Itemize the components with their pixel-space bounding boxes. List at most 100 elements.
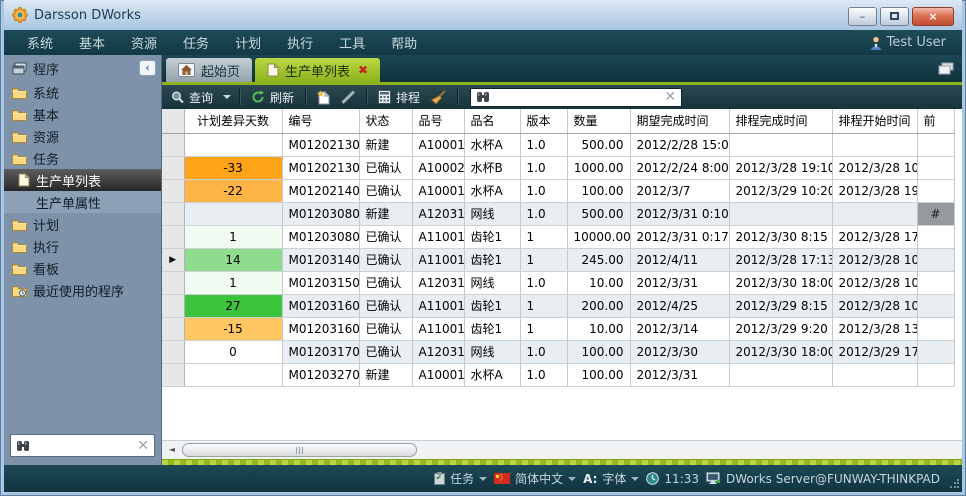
row-indicator [162,202,184,225]
cell-flag: # [917,202,954,225]
sidebar-item-label: 资源 [33,127,59,146]
cell-part-no: A11001 [412,225,464,248]
column-header-10[interactable]: 前 [917,109,954,133]
table-row-9[interactable]: 0M012031701已确认A12031网线1.0100.002012/3/30… [162,340,954,363]
row-indicator: ▶ [162,248,184,271]
cell-schedule-start: 2012/3/29 17:46 [832,340,917,363]
edit-button[interactable] [338,87,358,107]
binoculars-icon [476,91,490,103]
table-row-7[interactable]: 27M012031601已确认A11001齿轮11200.002012/4/25… [162,294,954,317]
table-row-3[interactable]: M012030801新建A12031网线1.0500.002012/3/31 0… [162,202,954,225]
sidebar-item-2[interactable]: 资源 [4,125,161,147]
clean-button[interactable] [428,87,449,107]
cell-schedule-finish [729,133,832,156]
menu-item-3[interactable]: 任务 [170,37,222,52]
main-area: 起始页 生产单列表 ✖ [162,55,962,465]
sidebar-item-label: 生产单列表 [36,171,101,190]
cell-order-code: M012021302 [282,156,359,179]
sidebar-collapse-button[interactable]: ‹ [139,60,156,76]
menu-item-7[interactable]: 帮助 [378,37,430,52]
menu-item-4[interactable]: 计划 [222,37,274,52]
table-row-6[interactable]: 1M012031501已确认A12031网线1.010.002012/3/312… [162,271,954,294]
menu-item-5[interactable]: 执行 [274,37,326,52]
tab-production-order-list[interactable]: 生产单列表 ✖ [255,58,380,82]
scrollbar-thumb[interactable] [182,443,417,457]
cell-part-name: 齿轮1 [464,225,520,248]
cell-order-code: M012030802 [282,225,359,248]
table-row-5[interactable]: ▶14M012031402已确认A11001齿轮11245.002012/4/1… [162,248,954,271]
tab-start-page[interactable]: 起始页 [166,58,252,82]
cell-schedule-finish: 2012/3/29 10:20 [729,179,832,202]
cell-quantity: 245.00 [567,248,630,271]
sidebar-search: ✕ [10,434,155,457]
table-row-0[interactable]: M012021301新建A10001水杯A1.0500.002012/2/28 … [162,133,954,156]
column-header-2[interactable]: 状态 [359,109,412,133]
status-task[interactable]: 任务 [434,470,487,487]
table-row-4[interactable]: 1M012030802已确认A11001齿轮1110000.002012/3/3… [162,225,954,248]
schedule-label: 排程 [396,89,420,106]
column-header-8[interactable]: 排程完成时间 [729,109,832,133]
window-list-icon[interactable] [938,62,954,75]
menu-item-6[interactable]: 工具 [326,37,378,52]
cell-part-no: A10002 [412,156,464,179]
status-language[interactable]: 简体中文 [494,470,576,487]
menu-item-2[interactable]: 资源 [118,37,170,52]
menu-item-0[interactable]: 系统 [14,37,66,52]
column-header-1[interactable]: 编号 [282,109,359,133]
resize-grip[interactable] [949,479,959,489]
table-row-10[interactable]: M012032701新建A10001水杯A1.0100.002012/3/31 [162,363,954,386]
column-header-9[interactable]: 排程开始时间 [832,109,917,133]
table-row-1[interactable]: -33M012021302已确认A10002水杯B1.01000.002012/… [162,156,954,179]
sidebar-item-label: 任务 [33,149,59,168]
tab-close-icon[interactable]: ✖ [358,63,368,77]
refresh-button[interactable]: 刷新 [248,87,297,107]
cell-schedule-finish: 2012/3/30 18:00 [729,271,832,294]
sidebar-item-0[interactable]: 系统 [4,81,161,103]
scroll-left-icon[interactable]: ◄ [164,443,180,457]
menu-item-1[interactable]: 基本 [66,37,118,52]
toolbar-search-clear-icon[interactable]: ✕ [664,90,676,104]
column-header-3[interactable]: 品号 [412,109,464,133]
user-indicator[interactable]: Test User [870,35,952,50]
toolbar-search-input[interactable] [494,90,660,104]
cell-part-name: 水杯A [464,179,520,202]
sidebar-item-7[interactable]: 执行 [4,235,161,257]
schedule-button[interactable]: 排程 [375,87,423,107]
sidebar-item-6[interactable]: 计划 [4,213,161,235]
table-row-2[interactable]: -22M012021401已确认A10001水杯A1.0100.002012/3… [162,179,954,202]
close-button[interactable]: × [912,7,954,26]
sidebar-item-label: 最近使用的程序 [33,281,124,300]
sidebar-item-8[interactable]: 看板 [4,257,161,279]
column-header-5[interactable]: 版本 [520,109,567,133]
sidebar-item-5[interactable]: 生产单属性 [4,191,161,213]
sidebar-item-1[interactable]: 基本 [4,103,161,125]
query-button[interactable]: 查询 [168,87,216,107]
horizontal-scrollbar[interactable]: ◄ [162,440,962,459]
cell-status: 已确认 [359,271,412,294]
cell-plan-diff-days: 1 [184,225,282,248]
cell-version: 1 [520,248,567,271]
new-button[interactable] [314,87,333,107]
sidebar-search-input[interactable] [34,439,133,453]
cell-quantity: 100.00 [567,179,630,202]
sidebar-search-clear-icon[interactable]: ✕ [137,439,149,453]
sidebar-item-4[interactable]: 生产单列表 [4,169,161,191]
minimize-button[interactable]: – [848,7,877,26]
menu-bar: 系统基本资源任务计划执行工具帮助 Test User [4,30,962,55]
column-header-0[interactable]: 计划差异天数 [184,109,282,133]
query-dropdown-icon[interactable] [223,95,231,99]
column-header-4[interactable]: 品名 [464,109,520,133]
folder-icon [12,152,27,165]
column-header-6[interactable]: 数量 [567,109,630,133]
cell-version: 1.0 [520,271,567,294]
cell-part-no: A11001 [412,317,464,340]
column-header-7[interactable]: 期望完成时间 [630,109,729,133]
maximize-button[interactable] [880,7,909,26]
sidebar-item-9[interactable]: 最近使用的程序 [4,279,161,301]
table-row-8[interactable]: -15M012031602已确认A11001齿轮1110.002012/3/14… [162,317,954,340]
status-server: DWorks Server@FUNWAY-THINKPAD [706,472,940,486]
cell-status: 已确认 [359,156,412,179]
status-font[interactable]: A: 字体 [583,470,639,487]
cell-order-code: M012031602 [282,317,359,340]
sidebar-item-3[interactable]: 任务 [4,147,161,169]
